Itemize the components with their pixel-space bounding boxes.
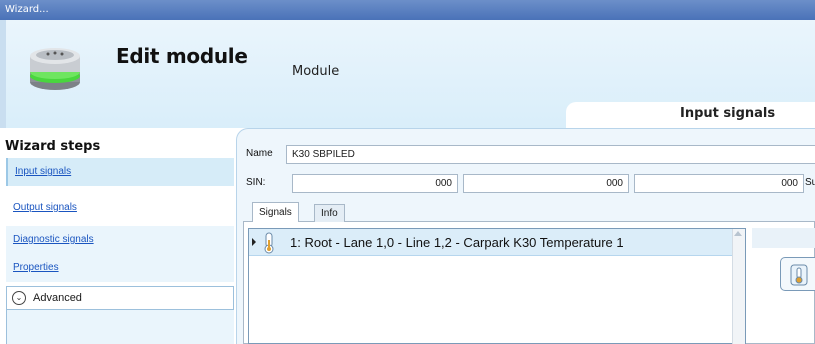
tab-signals[interactable]: Signals (252, 202, 299, 222)
sin-label: SIN: (246, 177, 266, 188)
thermometer-icon (264, 232, 274, 254)
step-input-signals[interactable]: Input signals (6, 158, 234, 186)
advanced-expander[interactable]: ⌄ Advanced (6, 286, 234, 310)
name-label: Name (246, 148, 273, 159)
wizard-steps-title: Wizard steps (5, 139, 101, 154)
sin-field-3[interactable]: 000 (634, 174, 804, 193)
advanced-label: Advanced (33, 292, 82, 304)
window-title-bar: Wizard... (0, 0, 815, 20)
page-title: Edit module (116, 44, 248, 68)
thermometer-icon (790, 264, 808, 286)
sin-suffix-label: Su (805, 177, 815, 188)
signal-row-label: 1: Root - Lane 1,0 - Line 1,2 - Carpark … (290, 235, 624, 250)
signal-type-button[interactable] (780, 257, 815, 291)
scroll-up-arrow-icon[interactable] (734, 231, 742, 236)
step-properties[interactable]: Properties (6, 254, 234, 282)
chevron-down-icon: ⌄ (12, 291, 26, 305)
sin-field-2[interactable]: 000 (463, 174, 629, 193)
step-output-signals[interactable]: Output signals (6, 194, 234, 222)
wizard-steps-footer (6, 310, 234, 344)
section-title: Input signals (680, 106, 776, 121)
sin-field-1[interactable]: 000 (292, 174, 458, 193)
tab-info[interactable]: Info (314, 204, 345, 222)
row-expand-arrow-icon[interactable] (252, 238, 256, 246)
list-scrollbar[interactable] (732, 229, 745, 344)
window-title: Wizard... (5, 4, 49, 15)
toolbar-strip (752, 228, 815, 248)
step-diagnostic-signals[interactable]: Diagnostic signals (6, 226, 234, 254)
name-input[interactable]: K30 SBPILED (286, 145, 815, 164)
module-device-icon (30, 48, 80, 90)
module-label: Module (292, 64, 340, 79)
